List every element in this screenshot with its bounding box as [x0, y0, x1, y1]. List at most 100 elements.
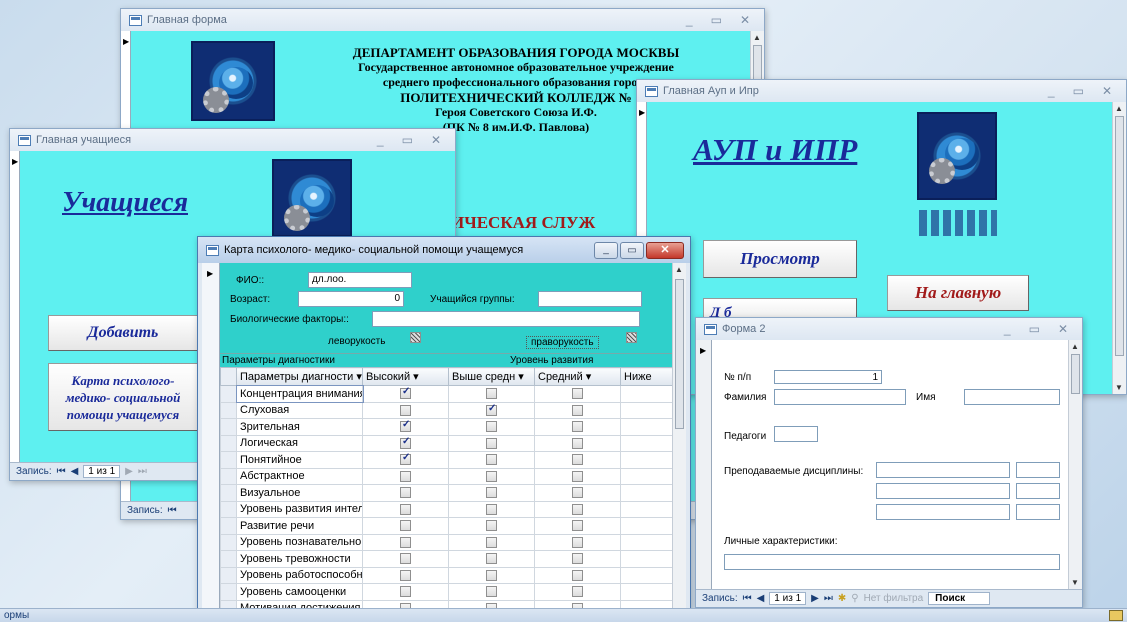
bio-factors-field[interactable]	[372, 311, 640, 327]
level-below-cell[interactable]	[620, 484, 674, 502]
home-button[interactable]: На главную	[887, 275, 1029, 311]
level-above-checkbox[interactable]	[486, 454, 497, 466]
level-below-cell[interactable]	[620, 550, 674, 568]
row-selector[interactable]	[220, 434, 237, 452]
level-below-cell[interactable]	[620, 385, 674, 403]
level-above-checkbox[interactable]	[486, 520, 497, 532]
minimize-icon[interactable]: _	[686, 13, 693, 27]
row-selector[interactable]	[220, 583, 237, 601]
level-mid-checkbox[interactable]	[572, 454, 583, 466]
col-header-params[interactable]: Параметры диагности ▾	[236, 367, 363, 386]
level-below-cell[interactable]	[620, 583, 674, 601]
fio-field[interactable]: дл.лоо.	[308, 272, 412, 288]
level-mid-checkbox[interactable]	[572, 503, 583, 515]
table-row[interactable]: Зрительная	[220, 418, 674, 436]
close-icon[interactable]: ✕	[1102, 84, 1112, 98]
row-selector[interactable]	[220, 418, 237, 436]
first-record-icon[interactable]: ⏮	[743, 593, 752, 604]
level-mid-checkbox[interactable]	[572, 404, 583, 416]
param-name-cell[interactable]: Уровень тревожности	[236, 550, 363, 568]
level-below-cell[interactable]	[620, 434, 674, 452]
scroll-up-icon[interactable]: ▲	[675, 265, 683, 274]
close-icon[interactable]: ✕	[431, 133, 441, 147]
level-above-checkbox[interactable]	[486, 569, 497, 581]
next-record-icon[interactable]: ▶	[125, 466, 133, 477]
minimize-icon[interactable]: _	[594, 241, 618, 259]
last-record-icon[interactable]: ⏭	[138, 466, 147, 477]
param-name-cell[interactable]: Развитие речи	[236, 517, 363, 535]
level-high-checkbox[interactable]	[400, 404, 411, 416]
discipline-extra-2[interactable]	[1016, 483, 1060, 499]
psych-card-button[interactable]: Карта психолого-медико- социальной помощ…	[48, 363, 198, 431]
teacher-field[interactable]	[774, 426, 818, 442]
param-name-cell[interactable]: Визуальное	[236, 484, 363, 502]
table-row[interactable]: Уровень тревожности	[220, 550, 674, 568]
table-row[interactable]: Уровень познавательной	[220, 533, 674, 551]
level-below-cell[interactable]	[620, 500, 674, 518]
group-field[interactable]	[538, 291, 642, 307]
level-below-cell[interactable]	[620, 467, 674, 485]
table-row[interactable]: Развитие речи	[220, 517, 674, 535]
scroll-thumb[interactable]	[675, 279, 684, 429]
col-header-high[interactable]: Высокий ▾	[362, 367, 449, 386]
param-name-cell[interactable]: Уровень самооценки	[236, 583, 363, 601]
card-form-scrollbar[interactable]: ▲	[672, 263, 686, 621]
discipline-field-1[interactable]	[876, 462, 1010, 478]
param-name-cell[interactable]: Зрительная	[236, 418, 363, 436]
level-below-cell[interactable]	[620, 517, 674, 535]
param-name-cell[interactable]: Понятийное	[236, 451, 363, 469]
minimize-icon[interactable]: _	[1048, 84, 1055, 98]
level-mid-checkbox[interactable]	[572, 553, 583, 565]
table-row[interactable]: Абстрактное	[220, 467, 674, 485]
view-button[interactable]: Просмотр	[703, 240, 857, 278]
table-row[interactable]: Концентрация внимания	[220, 384, 674, 403]
level-above-checkbox[interactable]	[486, 586, 497, 598]
level-above-checkbox[interactable]	[486, 536, 497, 548]
scroll-thumb[interactable]	[1071, 354, 1080, 394]
record-selector[interactable]: ▶	[202, 263, 220, 621]
level-below-cell[interactable]	[620, 401, 674, 419]
main-form-titlebar[interactable]: Главная форма _ ▭ ✕	[121, 9, 764, 31]
first-record-icon[interactable]: ⏮	[57, 466, 66, 477]
discipline-field-2[interactable]	[876, 483, 1010, 499]
row-selector[interactable]	[220, 500, 237, 518]
table-row[interactable]: Визуальное	[220, 484, 674, 502]
param-name-cell[interactable]: Абстрактное	[236, 467, 363, 485]
level-above-checkbox[interactable]	[486, 388, 497, 400]
row-selector[interactable]	[220, 451, 237, 469]
level-high-checkbox[interactable]	[400, 436, 411, 449]
param-name-cell[interactable]: Логическая	[236, 434, 363, 452]
record-selector[interactable]: ▶	[696, 340, 712, 607]
level-high-checkbox[interactable]	[400, 553, 411, 565]
level-above-checkbox[interactable]	[486, 470, 497, 482]
add-student-button[interactable]: Добавить	[48, 315, 198, 351]
scroll-down-icon[interactable]: ▼	[1115, 383, 1123, 392]
param-name-cell[interactable]: Уровень познавательной	[236, 533, 363, 551]
maximize-icon[interactable]: ▭	[620, 241, 644, 259]
row-selector[interactable]	[220, 566, 237, 584]
minimize-icon[interactable]: _	[1004, 322, 1011, 336]
row-selector[interactable]	[220, 385, 237, 403]
right-handed-checkbox[interactable]	[626, 332, 637, 343]
prev-record-icon[interactable]: ◀	[757, 593, 765, 604]
age-field[interactable]: 0	[298, 291, 404, 307]
table-row[interactable]: Логическая	[220, 434, 674, 452]
level-mid-checkbox[interactable]	[572, 536, 583, 548]
next-record-icon[interactable]: ▶	[811, 593, 819, 604]
filter-status[interactable]: Нет фильтра	[864, 593, 924, 604]
level-above-checkbox[interactable]	[486, 487, 497, 499]
level-high-checkbox[interactable]	[400, 503, 411, 515]
level-below-cell[interactable]	[620, 533, 674, 551]
select-all-cell[interactable]	[220, 367, 237, 386]
num-field[interactable]: 1	[774, 370, 882, 384]
maximize-icon[interactable]: ▭	[711, 13, 722, 27]
minimize-icon[interactable]: _	[377, 133, 384, 147]
table-row[interactable]: Уровень работоспособно	[220, 566, 674, 584]
maximize-icon[interactable]: ▭	[1029, 322, 1040, 336]
left-handed-checkbox[interactable]	[410, 332, 421, 343]
maximize-icon[interactable]: ▭	[1073, 84, 1084, 98]
card-form-titlebar[interactable]: Карта психолого- медико- социальной помо…	[198, 237, 690, 263]
table-row[interactable]: Понятийное	[220, 451, 674, 469]
new-record-icon[interactable]: ✱	[838, 593, 846, 604]
level-high-checkbox[interactable]	[400, 452, 411, 466]
